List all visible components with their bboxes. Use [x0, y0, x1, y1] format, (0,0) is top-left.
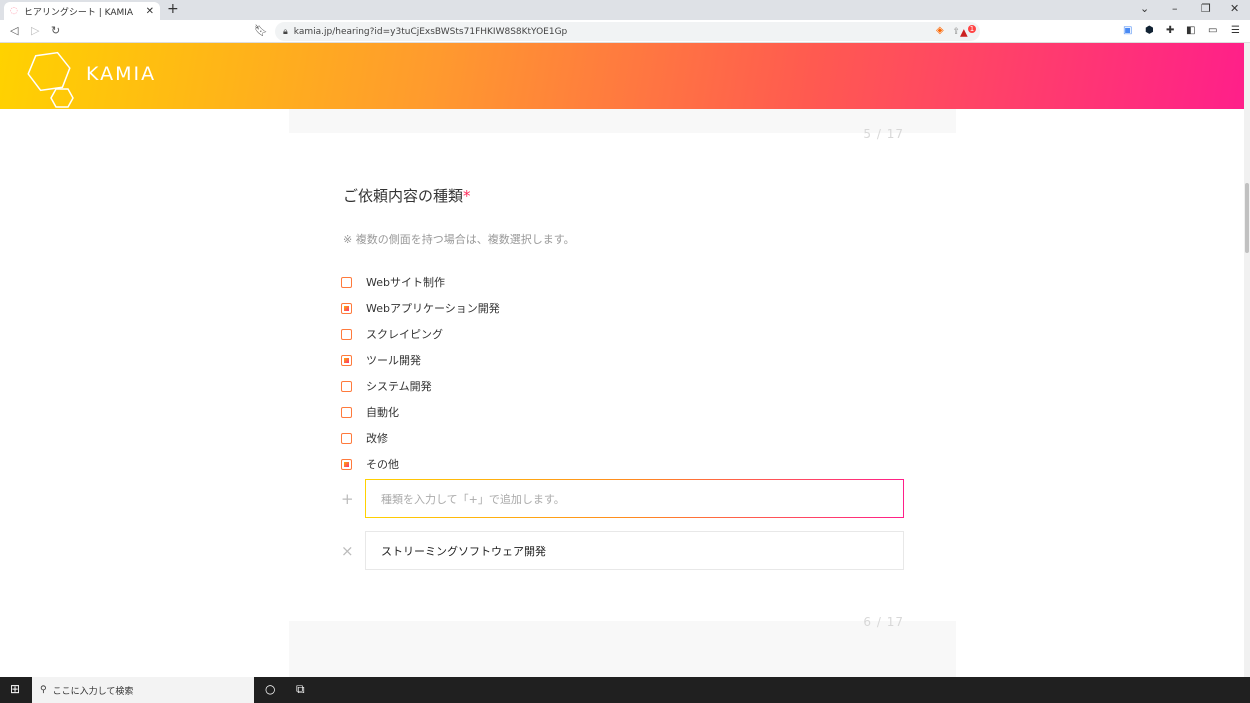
translate-icon[interactable]: ▣: [1123, 25, 1132, 36]
scrollbar-thumb[interactable]: [1245, 183, 1249, 253]
option-2[interactable]: スクレイピング: [341, 321, 500, 347]
question-title: ご依頼内容の種類*: [343, 185, 471, 206]
option-label: ツール開発: [366, 354, 421, 367]
reload-icon[interactable]: ↻: [51, 24, 60, 37]
kamia-logo-icon: [27, 51, 74, 108]
question-note: ※ 複数の側面を持つ場合は、複数選択します。: [343, 233, 575, 246]
checkbox[interactable]: [341, 302, 352, 314]
close-tab-icon[interactable]: ✕: [146, 6, 154, 17]
url-text: kamia.jp/hearing?id=y3tuCjExsBWSts71FHKI…: [293, 26, 568, 37]
option-label: Webアプリケーション開発: [366, 302, 500, 315]
brave-shield-icon[interactable]: ◈: [936, 25, 944, 36]
plus-icon[interactable]: +: [341, 490, 365, 508]
option-label: 改修: [366, 432, 388, 445]
option-label: システム開発: [366, 380, 432, 393]
option-7[interactable]: その他: [341, 451, 500, 477]
taskbar-search[interactable]: ⚲ ここに入力して検索: [32, 677, 254, 703]
option-3[interactable]: ツール開発: [341, 347, 500, 373]
page-indicator-prev: 5 / 17: [863, 127, 904, 141]
windows-start-icon[interactable]: ⊞: [10, 682, 20, 696]
remove-icon[interactable]: ×: [341, 542, 365, 560]
option-label: 自動化: [366, 406, 399, 419]
checkbox[interactable]: [341, 276, 352, 288]
task-view-icon[interactable]: ⧉: [296, 682, 305, 697]
taskbar: ⊞ ⚲ ここに入力して検索 ○ ⧉: [0, 677, 1250, 703]
checkbox[interactable]: [341, 406, 352, 418]
search-icon: ⚲: [40, 685, 47, 695]
add-row: + 種類を入力して「+」で追加します。: [341, 479, 904, 518]
new-tab-button[interactable]: +: [167, 1, 179, 17]
extension-icon[interactable]: ⬢: [1145, 25, 1154, 36]
browser-tab[interactable]: ◌ ヒアリングシート | KAMIA ✕: [4, 2, 160, 20]
page-indicator-next: 6 / 17: [863, 615, 904, 629]
question-title-text: ご依頼内容の種類: [343, 187, 464, 205]
brave-rewards-icon[interactable]: ▲ 1: [960, 25, 977, 38]
favicon-icon: ◌: [10, 6, 18, 16]
minimize-button[interactable]: –: [1172, 2, 1178, 15]
extensions-puzzle-icon[interactable]: ✚: [1166, 25, 1174, 36]
required-mark: *: [463, 187, 471, 205]
browser-toolbar: ◁ ▷ ↻ 🔖︎ 🔒︎ kamia.jp/hearing?id=y3tuCjExs…: [0, 20, 1250, 43]
checkbox[interactable]: [341, 432, 352, 444]
option-5[interactable]: 自動化: [341, 399, 500, 425]
add-type-input[interactable]: 種類を入力して「+」で追加します。: [365, 479, 904, 518]
tab-title: ヒアリングシート | KAMIA: [23, 7, 134, 18]
restore-button[interactable]: ❐: [1201, 2, 1211, 15]
lock-icon: 🔒︎: [283, 26, 288, 37]
checkbox[interactable]: [341, 458, 352, 470]
site-header: KAMIA: [0, 43, 1245, 109]
option-4[interactable]: システム開発: [341, 373, 500, 399]
checkbox[interactable]: [341, 328, 352, 340]
option-label: スクレイピング: [366, 328, 443, 341]
added-item-row: × ストリーミングソフトウェア開発: [341, 531, 904, 570]
back-icon[interactable]: ◁: [10, 24, 18, 37]
option-label: Webサイト制作: [366, 276, 445, 289]
forward-icon[interactable]: ▷: [31, 24, 39, 37]
options-list: Webサイト制作 Webアプリケーション開発 スクレイピング ツール開発 システ…: [341, 269, 500, 477]
rewards-badge: 1: [967, 25, 977, 33]
option-6[interactable]: 改修: [341, 425, 500, 451]
question-card: 5 / 17 ご依頼内容の種類* ※ 複数の側面を持つ場合は、複数選択します。 …: [289, 127, 956, 629]
search-placeholder: ここに入力して検索: [52, 686, 134, 697]
option-1[interactable]: Webアプリケーション開発: [341, 295, 500, 321]
brand-name: KAMIA: [86, 63, 157, 85]
sidebar-icon[interactable]: ◧: [1186, 25, 1195, 36]
scrollbar[interactable]: [1244, 43, 1250, 677]
wallet-icon[interactable]: ▭: [1208, 25, 1217, 36]
option-label: その他: [366, 458, 399, 471]
checkbox[interactable]: [341, 354, 352, 366]
tab-search-icon[interactable]: ⌄: [1140, 2, 1149, 15]
option-0[interactable]: Webサイト制作: [341, 269, 500, 295]
close-window-button[interactable]: ✕: [1230, 2, 1239, 15]
cortana-icon[interactable]: ○: [265, 682, 275, 696]
bookmark-icon[interactable]: 🔖︎: [254, 24, 268, 37]
share-icon[interactable]: ⇪: [952, 27, 960, 37]
added-item-field[interactable]: ストリーミングソフトウェア開発: [365, 531, 904, 570]
menu-icon[interactable]: ☰: [1231, 25, 1240, 36]
address-bar[interactable]: 🔒︎ kamia.jp/hearing?id=y3tuCjExsBWSts71FH…: [275, 22, 980, 41]
checkbox[interactable]: [341, 380, 352, 392]
tab-bar: ◌ ヒアリングシート | KAMIA ✕ + ⌄ – ❐ ✕: [0, 0, 1250, 20]
